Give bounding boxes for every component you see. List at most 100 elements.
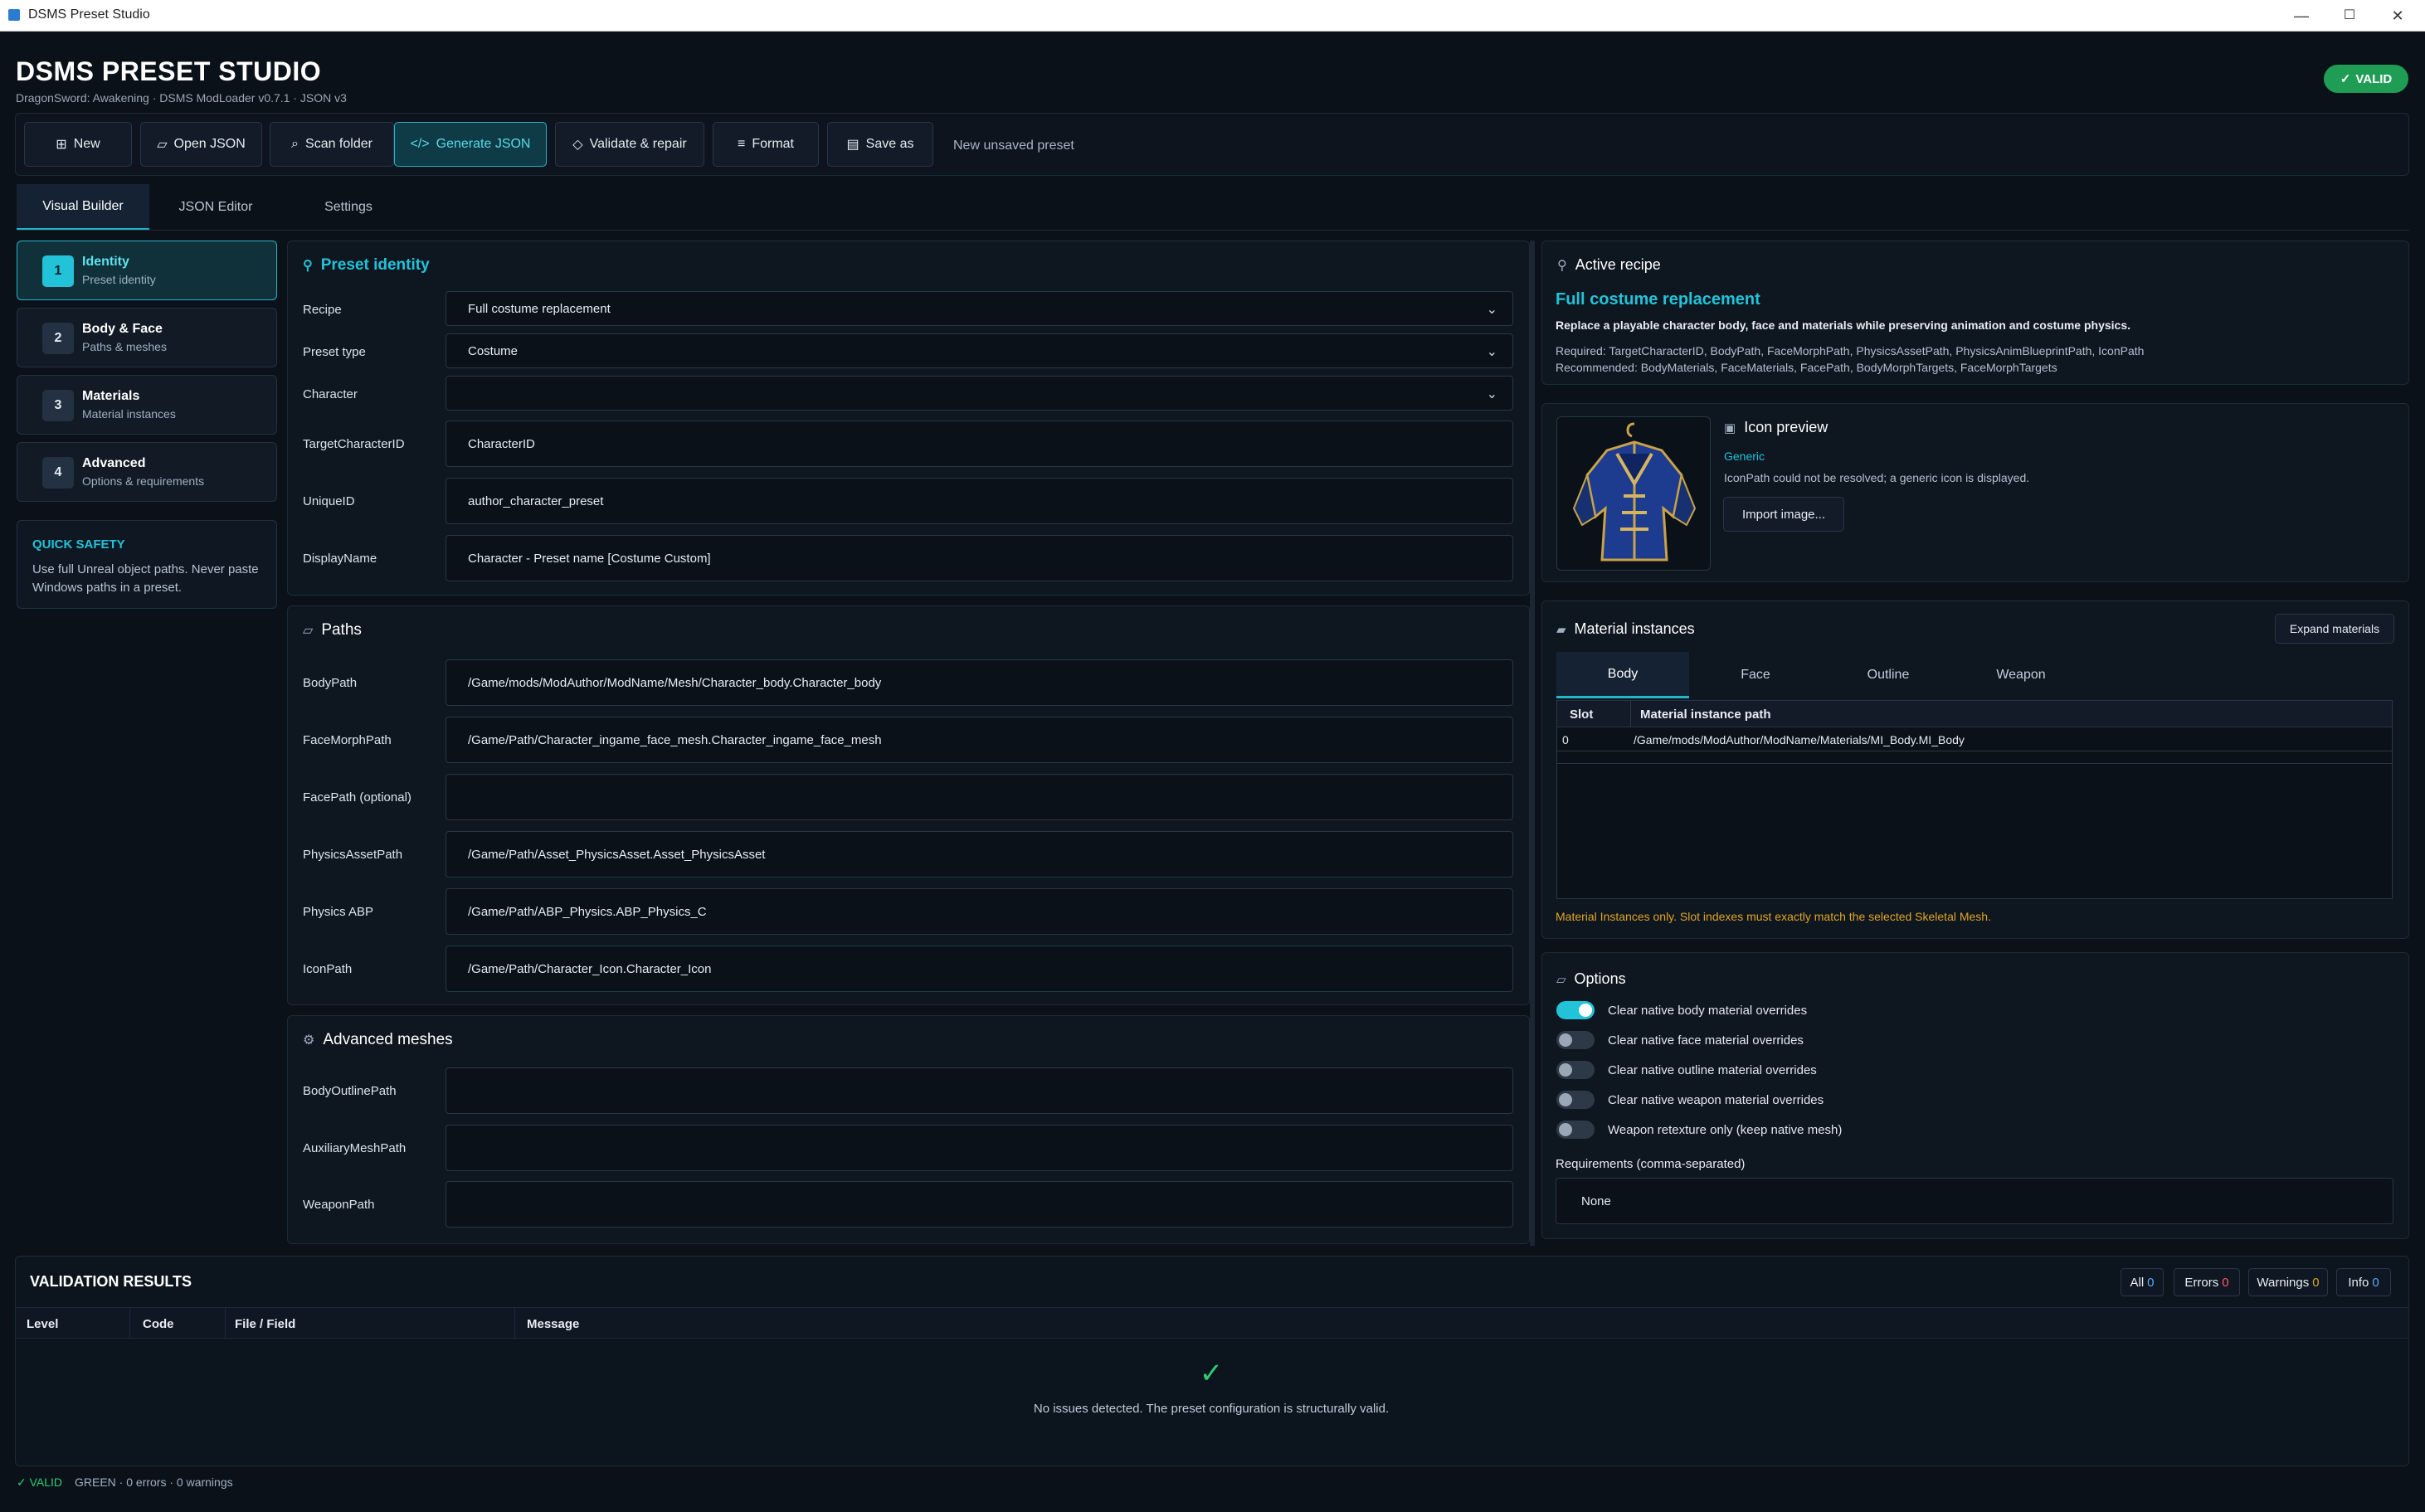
open-json-button[interactable]: ▱ Open JSON xyxy=(140,122,262,167)
chevron-down-icon: ⌄ xyxy=(1486,303,1497,317)
step-identity[interactable]: 1 Identity Preset identity xyxy=(17,241,277,300)
filter-warnings[interactable]: Warnings 0 xyxy=(2248,1268,2328,1296)
toggle-clear-outline[interactable] xyxy=(1556,1061,1595,1079)
import-image-button[interactable]: Import image... xyxy=(1723,497,1844,532)
material-icon: ▰ xyxy=(1556,622,1566,637)
display-name-input[interactable]: Character - Preset name [Costume Custom] xyxy=(446,535,1513,581)
icon-preview-heading: ▣ Icon preview xyxy=(1724,419,1828,436)
table-row[interactable]: 0 /Game/mods/ModAuthor/ModName/Materials… xyxy=(1557,728,2392,751)
format-icon: ≡ xyxy=(737,137,746,151)
toggle-clear-body[interactable] xyxy=(1556,1001,1595,1019)
tab-visual-builder[interactable]: Visual Builder xyxy=(17,184,149,231)
chevron-down-icon: ⌄ xyxy=(1486,387,1497,401)
toggle-clear-face-label: Clear native face material overrides xyxy=(1608,1033,1804,1048)
save-as-button[interactable]: ▤ Save as xyxy=(827,122,933,167)
active-recipe-title: Active recipe xyxy=(1575,256,1661,273)
expand-materials-button[interactable]: Expand materials xyxy=(2275,614,2394,644)
material-tab-face[interactable]: Face xyxy=(1689,652,1822,698)
validate-repair-button[interactable]: ◇ Validate & repair xyxy=(555,122,704,167)
tab-json-editor[interactable]: JSON Editor xyxy=(149,184,282,231)
paths-panel: ▱ Paths BodyPath /Game/mods/ModAuthor/Mo… xyxy=(287,605,1530,1005)
icon-path-input[interactable]: /Game/Path/Character_Icon.Character_Icon xyxy=(446,946,1513,992)
step-subtitle: Paths & meshes xyxy=(82,340,167,353)
diamond-icon: ◇ xyxy=(572,138,583,152)
column-divider xyxy=(1630,701,1631,727)
step-body-face[interactable]: 2 Body & Face Paths & meshes xyxy=(17,308,277,367)
material-tab-weapon[interactable]: Weapon xyxy=(1955,652,2087,698)
material-tab-outline[interactable]: Outline xyxy=(1822,652,1955,698)
filter-info-count: 0 xyxy=(2372,1275,2379,1290)
quick-safety-heading: QUICK SAFETY xyxy=(32,537,125,552)
face-path-input[interactable] xyxy=(446,774,1513,820)
close-icon[interactable]: ✕ xyxy=(2381,3,2414,28)
format-button[interactable]: ≡ Format xyxy=(713,122,819,167)
preset-type-select[interactable]: Costume ⌄ xyxy=(446,333,1513,368)
body-path-input[interactable]: /Game/mods/ModAuthor/ModName/Mesh/Charac… xyxy=(446,659,1513,706)
code-column-header: Code xyxy=(143,1317,174,1331)
toggle-clear-weapon[interactable] xyxy=(1556,1091,1595,1109)
column-divider xyxy=(225,1307,226,1339)
column-divider xyxy=(129,1307,130,1339)
validation-empty-message: No issues detected. The preset configura… xyxy=(1033,1402,1390,1416)
maximize-icon[interactable]: ☐ xyxy=(2333,3,2366,28)
preset-identity-title: Preset identity xyxy=(320,256,430,274)
preset-identity-heading: ⚲ Preset identity xyxy=(303,256,430,275)
material-tab-body[interactable]: Body xyxy=(1556,652,1689,698)
recipe-description: Replace a playable character body, face … xyxy=(1556,318,2130,332)
minimize-icon[interactable]: — xyxy=(2285,3,2318,28)
table-row-empty[interactable] xyxy=(1557,752,2392,764)
new-button[interactable]: ⊞ New xyxy=(24,122,132,167)
paths-heading: ▱ Paths xyxy=(303,621,362,639)
step-materials[interactable]: 3 Materials Material instances xyxy=(17,375,277,435)
physics-asset-path-input[interactable]: /Game/Path/Asset_PhysicsAsset.Asset_Phys… xyxy=(446,831,1513,878)
filter-info[interactable]: Info 0 xyxy=(2336,1268,2391,1296)
splitter-handle[interactable] xyxy=(1530,241,1535,1246)
toggle-clear-face[interactable] xyxy=(1556,1031,1595,1049)
step-advanced[interactable]: 4 Advanced Options & requirements xyxy=(17,442,277,502)
person-icon: ⚲ xyxy=(1557,258,1567,273)
step-title: Advanced xyxy=(82,456,146,470)
filter-errors[interactable]: Errors 0 xyxy=(2174,1268,2240,1296)
target-character-id-input[interactable]: CharacterID xyxy=(446,421,1513,467)
material-instances-title: Material instances xyxy=(1574,620,1695,637)
auxiliary-mesh-path-input[interactable] xyxy=(446,1125,1513,1171)
filter-all-label: All xyxy=(2130,1275,2145,1290)
physics-abp-input[interactable]: /Game/Path/ABP_Physics.ABP_Physics_C xyxy=(446,888,1513,935)
weapon-path-label: WeaponPath xyxy=(303,1198,375,1212)
step-title: Materials xyxy=(82,389,140,403)
validation-table-header xyxy=(16,1307,2408,1339)
character-select[interactable]: ⌄ xyxy=(446,376,1513,411)
display-name-label: DisplayName xyxy=(303,552,377,566)
character-label: Character xyxy=(303,387,358,401)
filter-all[interactable]: All 0 xyxy=(2121,1268,2164,1296)
status-valid: ✓ VALID xyxy=(17,1476,63,1489)
unique-id-input[interactable]: author_character_preset xyxy=(446,478,1513,524)
slot-column-header: Slot xyxy=(1570,707,1594,722)
gear-icon: ⚙ xyxy=(303,1033,315,1048)
recipe-select[interactable]: Full costume replacement ⌄ xyxy=(446,291,1513,326)
weapon-path-input[interactable] xyxy=(446,1181,1513,1228)
scan-folder-button[interactable]: ⌕ Scan folder xyxy=(270,122,394,167)
preset-identity-panel: ⚲ Preset identity Recipe Full costume re… xyxy=(287,241,1530,596)
preset-status: New unsaved preset xyxy=(953,139,1074,153)
face-morph-path-input[interactable]: /Game/Path/Character_ingame_face_mesh.Ch… xyxy=(446,717,1513,763)
toolbar: ⊞ New ▱ Open JSON ⌕ Scan folder </> Gene… xyxy=(15,113,2409,176)
generate-json-button[interactable]: </> Generate JSON xyxy=(394,122,547,167)
step-subtitle: Material instances xyxy=(82,407,176,421)
filter-errors-count: 0 xyxy=(2222,1275,2229,1290)
save-as-label: Save as xyxy=(865,137,914,151)
level-column-header: Level xyxy=(27,1317,59,1331)
face-morph-path-label: FaceMorphPath xyxy=(303,733,392,747)
requirements-input[interactable]: None xyxy=(1556,1178,2393,1224)
toggle-weapon-retexture[interactable] xyxy=(1556,1121,1595,1139)
recipe-name: Full costume replacement xyxy=(1556,290,1760,309)
tab-settings[interactable]: Settings xyxy=(282,184,415,231)
validate-repair-label: Validate & repair xyxy=(589,137,687,151)
path-cell: /Game/mods/ModAuthor/ModName/Materials/M… xyxy=(1634,733,1965,746)
step-title: Body & Face xyxy=(82,322,163,336)
recipe-label: Recipe xyxy=(303,303,342,317)
recipe-value: Full costume replacement xyxy=(468,301,611,316)
file-field-column-header: File / Field xyxy=(235,1317,296,1331)
body-outline-path-input[interactable] xyxy=(446,1067,1513,1114)
path-column-header: Material instance path xyxy=(1640,707,1771,722)
